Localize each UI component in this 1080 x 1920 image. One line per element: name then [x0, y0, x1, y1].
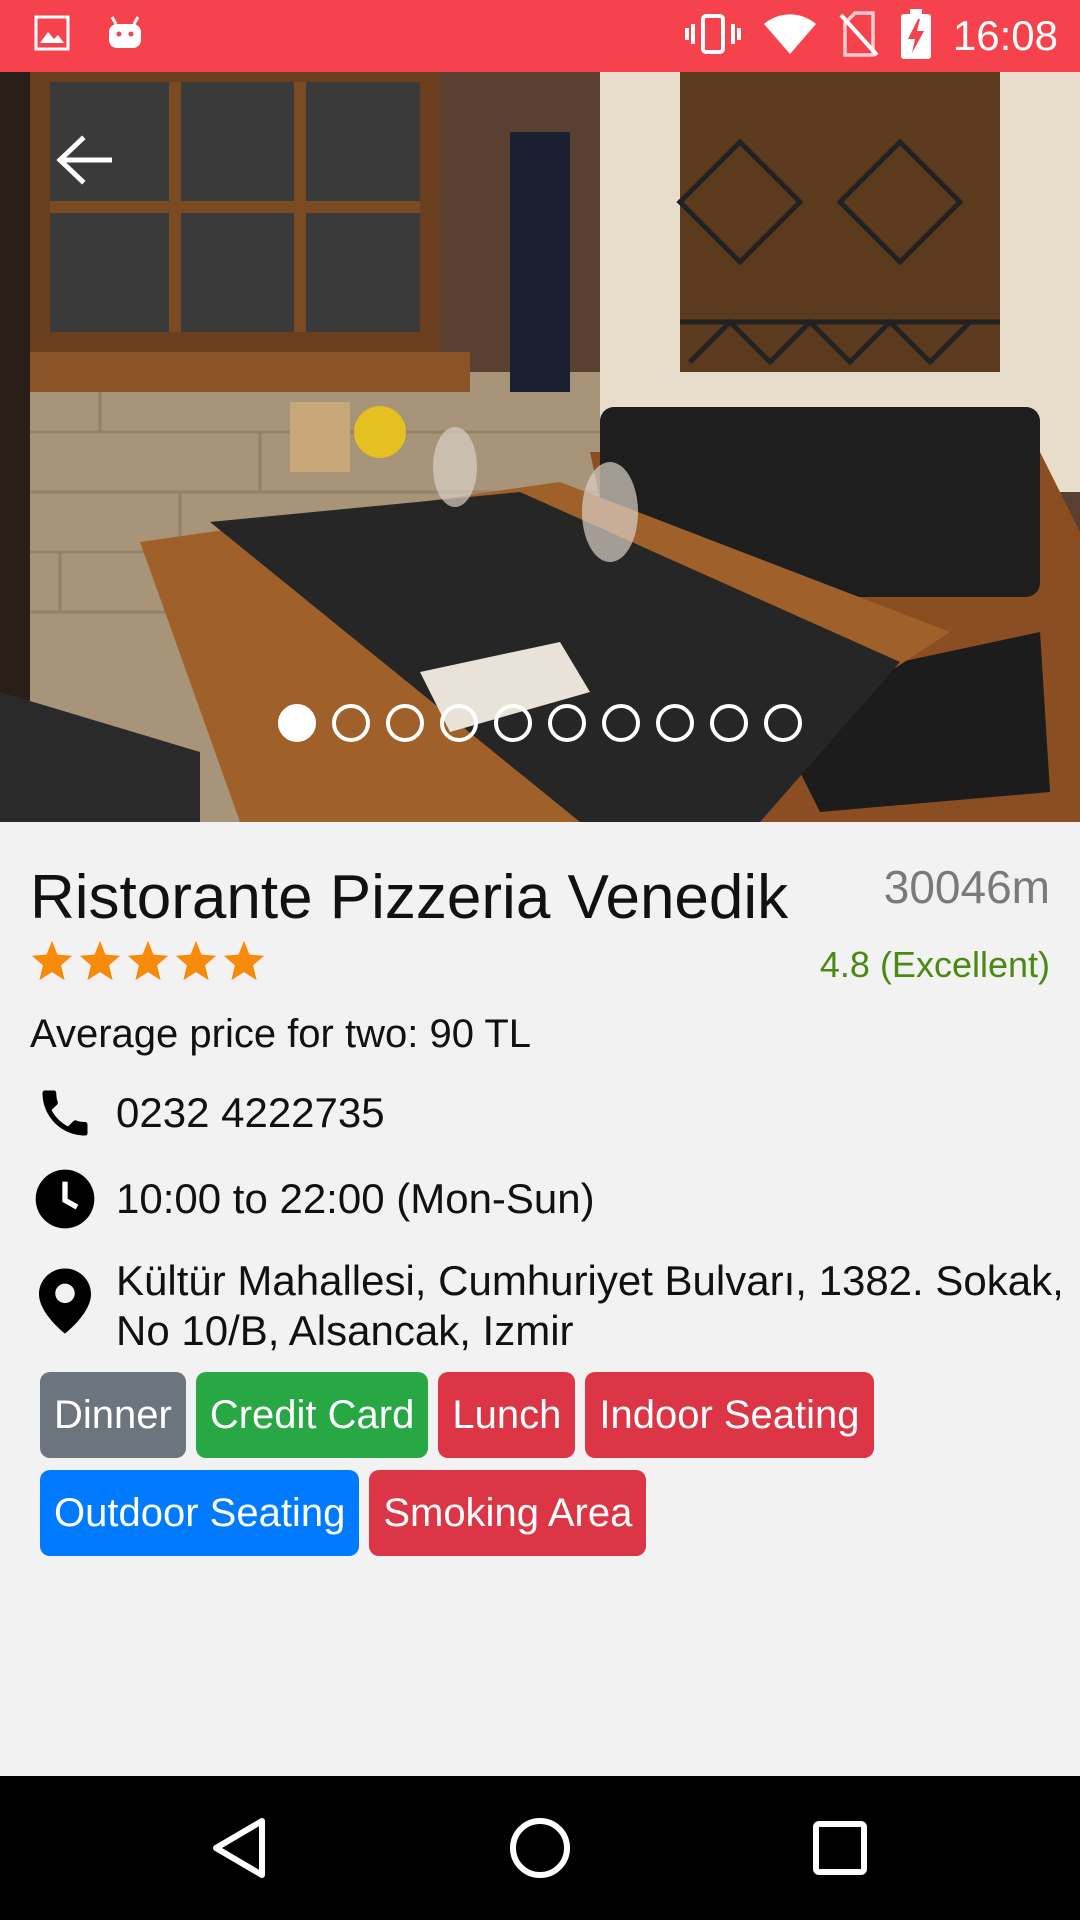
address-line-1: Kültür Mahallesi, Cumhuriyet Bulvarı, 13…	[116, 1257, 1064, 1304]
gallery-dot[interactable]	[710, 704, 748, 742]
hours-row: 10:00 to 22:00 (Mon-Sun)	[30, 1164, 595, 1234]
no-sim-icon	[839, 10, 879, 62]
gallery-dot[interactable]	[602, 704, 640, 742]
status-bar: 16:08	[0, 0, 1080, 72]
gallery-dot[interactable]	[548, 704, 586, 742]
gallery-dot[interactable]	[332, 704, 370, 742]
phone-row[interactable]: 0232 4222735	[30, 1078, 385, 1148]
gallery-dot[interactable]	[278, 704, 316, 742]
back-triangle-icon	[213, 1818, 265, 1878]
restaurant-name: Ristorante Pizzeria Venedik	[30, 863, 789, 932]
navigation-bar	[0, 1776, 1080, 1920]
average-price: Average price for two: 90 TL	[30, 1012, 532, 1056]
gallery-dot[interactable]	[494, 704, 532, 742]
phone-number[interactable]: 0232 4222735	[116, 1088, 385, 1138]
vibrate-icon	[684, 12, 741, 61]
tag-dinner: Dinner	[40, 1372, 186, 1458]
nav-recents-button[interactable]	[800, 1808, 880, 1888]
tag-smoking-area: Smoking Area	[369, 1470, 647, 1556]
tag-indoor-seating: Indoor Seating	[585, 1372, 874, 1458]
star-icon	[127, 940, 169, 981]
address-row[interactable]: Kültür Mahallesi, Cumhuriyet Bulvarı, 13…	[30, 1256, 1064, 1356]
star-icon	[175, 940, 217, 981]
gallery-dot[interactable]	[656, 704, 694, 742]
status-time: 16:08	[952, 12, 1058, 59]
home-circle-icon	[510, 1818, 570, 1878]
photo-gallery[interactable]	[0, 72, 1080, 822]
wifi-icon	[763, 12, 817, 61]
star-rating	[30, 940, 266, 982]
image-icon	[34, 15, 70, 56]
phone-icon	[30, 1078, 100, 1148]
distance-label: 30046m	[883, 861, 1050, 913]
address-line-2: No 10/B, Alsancak, Izmir	[116, 1307, 574, 1354]
battery-charging-icon	[900, 8, 931, 64]
restaurant-details: Ristorante Pizzeria Venedik 30046m 4.8 (…	[0, 822, 1080, 1776]
tag-outdoor-seating: Outdoor Seating	[40, 1470, 360, 1556]
arrow-back-icon	[56, 135, 112, 185]
rating-text: 4.8 (Excellent)	[819, 944, 1050, 985]
star-icon	[31, 940, 73, 981]
gallery-indicator	[0, 704, 1080, 742]
recents-square-icon	[813, 1821, 867, 1875]
star-icon	[79, 940, 121, 981]
feature-tags: Dinner Credit Card Lunch Indoor Seating Outd…	[40, 1372, 1050, 1556]
tag-credit-card: Credit Card	[195, 1372, 429, 1458]
gallery-dot[interactable]	[764, 704, 802, 742]
gallery-dot[interactable]	[440, 704, 478, 742]
android-icon	[106, 14, 144, 57]
location-pin-icon	[30, 1266, 100, 1336]
opening-hours: 10:00 to 22:00 (Mon-Sun)	[116, 1175, 595, 1222]
nav-home-button[interactable]	[500, 1808, 580, 1888]
star-icon	[223, 940, 265, 981]
clock-icon	[30, 1164, 100, 1234]
back-button[interactable]	[48, 124, 120, 196]
gallery-dot[interactable]	[386, 704, 424, 742]
nav-back-button[interactable]	[200, 1808, 280, 1888]
address[interactable]: Kültür Mahallesi, Cumhuriyet Bulvarı, 13…	[116, 1256, 1064, 1356]
tag-lunch: Lunch	[438, 1372, 576, 1458]
